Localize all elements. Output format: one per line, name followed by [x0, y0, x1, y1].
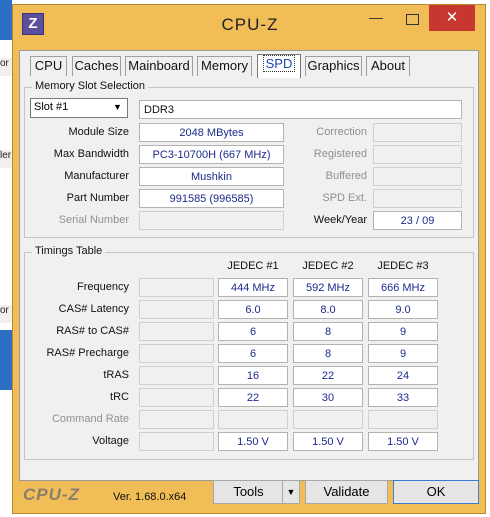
timings-cell [293, 410, 363, 429]
timings-cell: 666 MHz [368, 278, 438, 297]
timings-cell: 8 [293, 322, 363, 341]
correction-label: Correction [316, 126, 367, 138]
week-year-label: Week/Year [313, 214, 367, 226]
tools-button[interactable]: Tools ▼ [213, 480, 300, 504]
memory-slot-group: Memory Slot Selection Slot #1 ▼ DDR3 Mod… [24, 80, 474, 238]
timings-cell: 8.0 [293, 300, 363, 319]
buffered-label: Buffered [325, 170, 367, 182]
manufacturer-label: Manufacturer [64, 170, 129, 182]
timings-cell: 9 [368, 322, 438, 341]
module-size-label: Module Size [68, 126, 129, 138]
timings-cell: 24 [368, 366, 438, 385]
timings-row-label: RAS# Precharge [46, 347, 129, 359]
timings-cell: 1.50 V [293, 432, 363, 451]
timings-cell: 6 [218, 344, 288, 363]
part-number-value: 991585 (996585) [139, 189, 284, 208]
timings-empty-cell [139, 432, 214, 451]
timings-empty-cell [139, 388, 214, 407]
week-year-value: 23 / 09 [373, 211, 462, 230]
timings-cell [368, 410, 438, 429]
timings-cell: 16 [218, 366, 288, 385]
timings-cell: 1.50 V [218, 432, 288, 451]
cpuz-window: Z CPU-Z — ✕ CPU Caches Mainboard Memory … [12, 4, 486, 514]
timings-empty-cell [139, 278, 214, 297]
background-text: or [0, 58, 12, 76]
registered-value [373, 145, 462, 164]
spd-ext-label: SPD Ext. [322, 192, 367, 204]
tab-memory[interactable]: Memory [197, 56, 252, 76]
timings-cell: 22 [218, 388, 288, 407]
max-bandwidth-label: Max Bandwidth [53, 148, 129, 160]
timings-cell: 22 [293, 366, 363, 385]
timings-empty-cell [139, 366, 214, 385]
timings-column-header: JEDEC #3 [377, 260, 429, 272]
tab-caches[interactable]: Caches [72, 56, 121, 76]
manufacturer-value: Mushkin [139, 167, 284, 186]
timings-row-label: RAS# to CAS# [56, 325, 129, 337]
timings-row-label: Voltage [92, 435, 129, 447]
registered-label: Registered [313, 148, 367, 160]
spd-ext-value [373, 189, 462, 208]
client-area: CPU Caches Mainboard Memory SPD Graphics… [19, 50, 479, 481]
background-text: or [0, 305, 12, 323]
minimize-button[interactable]: — [359, 5, 393, 31]
timings-empty-cell [139, 410, 214, 429]
background-window-strip [0, 330, 12, 390]
timings-cell: 30 [293, 388, 363, 407]
chevron-down-icon: ▼ [113, 102, 122, 112]
timings-column-header: JEDEC #1 [227, 260, 279, 272]
timings-group: Timings Table JEDEC #1 JEDEC #2 JEDEC #3 Fr… [24, 245, 474, 460]
timings-cell: 6 [218, 322, 288, 341]
slot-select-value: Slot #1 [34, 101, 69, 113]
timings-cell: 592 MHz [293, 278, 363, 297]
timings-cell: 9 [368, 344, 438, 363]
memory-slot-legend: Memory Slot Selection [32, 80, 149, 92]
slot-select[interactable]: Slot #1 ▼ [30, 98, 128, 118]
timings-row-label: CAS# Latency [58, 303, 129, 315]
memory-type-field: DDR3 [139, 100, 462, 119]
timings-row-label: Frequency [77, 281, 129, 293]
cpuz-brand-logo: CPU-Z [23, 485, 80, 504]
background-window-strip [0, 0, 12, 40]
serial-number-value [139, 211, 284, 230]
timings-cell: 8 [293, 344, 363, 363]
ok-button[interactable]: OK [393, 480, 479, 504]
buffered-value [373, 167, 462, 186]
timings-cell: 444 MHz [218, 278, 288, 297]
tools-button-label: Tools [233, 484, 264, 499]
timings-row-label: tRC [110, 391, 129, 403]
timings-cell: 1.50 V [368, 432, 438, 451]
serial-number-label: Serial Number [58, 214, 129, 226]
timings-empty-cell [139, 300, 214, 319]
timings-legend: Timings Table [32, 245, 106, 257]
correction-value [373, 123, 462, 142]
part-number-label: Part Number [66, 192, 129, 204]
tab-spd[interactable]: SPD [257, 54, 301, 78]
background-text: ler [0, 150, 12, 168]
timings-empty-cell [139, 344, 214, 363]
timings-cell: 6.0 [218, 300, 288, 319]
timings-row-label: tRAS [103, 369, 129, 381]
tab-spd-label: SPD [262, 55, 296, 72]
timings-empty-cell [139, 322, 214, 341]
timings-cell [218, 410, 288, 429]
module-size-value: 2048 MBytes [139, 123, 284, 142]
validate-button[interactable]: Validate [305, 480, 388, 504]
tab-cpu[interactable]: CPU [30, 56, 67, 76]
timings-cell: 33 [368, 388, 438, 407]
tab-graphics[interactable]: Graphics [305, 56, 362, 76]
close-button[interactable]: ✕ [429, 5, 475, 31]
timings-column-header: JEDEC #2 [302, 260, 354, 272]
timings-row-label: Command Rate [51, 413, 129, 425]
maximize-icon [405, 14, 419, 25]
tab-mainboard[interactable]: Mainboard [125, 56, 193, 76]
maximize-button[interactable] [395, 5, 429, 31]
max-bandwidth-value: PC3-10700H (667 MHz) [139, 145, 284, 164]
version-text: Ver. 1.68.0.x64 [113, 491, 187, 503]
tab-about[interactable]: About [366, 56, 410, 76]
tools-dropdown-icon[interactable]: ▼ [282, 481, 299, 503]
timings-cell: 9.0 [368, 300, 438, 319]
